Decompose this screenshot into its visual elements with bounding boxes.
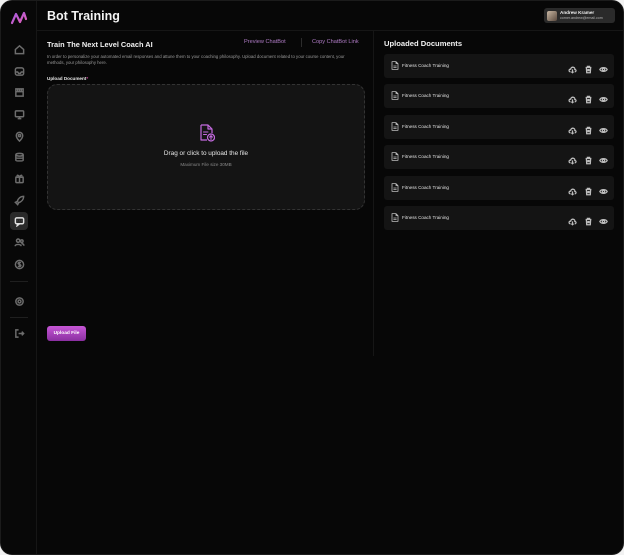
document-file-icon <box>391 213 399 222</box>
rocket-icon[interactable] <box>10 191 28 209</box>
document-name: Fitness Coach Training <box>402 93 449 98</box>
eye-icon[interactable] <box>599 61 608 73</box>
upload-label-text: Upload Document <box>47 76 87 81</box>
dollar-icon[interactable] <box>10 255 28 273</box>
trash-icon[interactable] <box>584 183 593 196</box>
uploaded-documents-title: Uploaded Documents <box>384 39 463 48</box>
uploaded-documents-panel: Uploaded Documents Fitness Coach Trainin… <box>374 31 623 356</box>
download-icon[interactable] <box>568 122 577 135</box>
top-header: Bot Training Andrew Kramer corner.andrew… <box>37 1 623 31</box>
download-icon[interactable] <box>568 91 577 104</box>
sidebar-divider <box>10 281 28 282</box>
document-row[interactable]: Fitness Coach Training <box>384 54 614 78</box>
document-file-icon <box>391 122 399 131</box>
gift-icon[interactable] <box>10 169 28 187</box>
document-name: Fitness Coach Training <box>402 185 449 190</box>
eye-icon[interactable] <box>599 91 608 103</box>
document-row[interactable]: Fitness Coach Training <box>384 206 614 230</box>
logout-icon[interactable] <box>10 324 28 342</box>
eye-icon[interactable] <box>599 152 608 164</box>
training-panel: Train The Next Level Coach AI Preview Ch… <box>37 31 374 356</box>
trash-icon[interactable] <box>584 61 593 74</box>
user-name: Andrew Kramer <box>560 9 595 15</box>
user-email: corner.andrew@email.com <box>560 15 603 20</box>
user-menu[interactable]: Andrew Kramer corner.andrew@email.com <box>544 8 615 23</box>
document-name: Fitness Coach Training <box>402 154 449 159</box>
logo-icon[interactable] <box>10 10 28 26</box>
trash-icon[interactable] <box>584 122 593 135</box>
download-icon[interactable] <box>568 152 577 165</box>
location-icon[interactable] <box>10 127 28 145</box>
download-icon[interactable] <box>568 61 577 74</box>
document-file-icon <box>391 183 399 192</box>
document-row[interactable]: Fitness Coach Training <box>384 84 614 108</box>
users-icon[interactable] <box>10 233 28 251</box>
upload-file-button[interactable]: Upload File <box>47 326 86 341</box>
document-name: Fitness Coach Training <box>402 63 449 68</box>
document-row[interactable]: Fitness Coach Training <box>384 115 614 139</box>
document-file-icon <box>391 91 399 100</box>
download-icon[interactable] <box>568 183 577 196</box>
eye-icon[interactable] <box>599 183 608 195</box>
document-file-icon <box>391 61 399 70</box>
avatar <box>547 10 557 21</box>
preview-chatbot-link[interactable]: Preview ChatBot <box>244 39 286 45</box>
inbox-icon[interactable] <box>10 62 28 80</box>
database-icon[interactable] <box>10 148 28 166</box>
sidebar <box>1 1 37 554</box>
document-row[interactable]: Fitness Coach Training <box>384 145 614 169</box>
page-title: Bot Training <box>47 9 120 23</box>
document-name: Fitness Coach Training <box>402 215 449 220</box>
trash-icon[interactable] <box>584 91 593 104</box>
app-window: Bot Training Andrew Kramer corner.andrew… <box>0 0 624 555</box>
home-icon[interactable] <box>10 40 28 58</box>
dropzone-size-limit: Maximum File size 30MB <box>180 162 232 167</box>
document-file-icon <box>391 152 399 161</box>
settings-icon[interactable] <box>10 292 28 310</box>
trash-icon[interactable] <box>584 152 593 165</box>
monitor-icon[interactable] <box>10 105 28 123</box>
eye-icon[interactable] <box>599 213 608 225</box>
training-title: Train The Next Level Coach AI <box>47 40 153 49</box>
sidebar-divider <box>10 317 28 318</box>
copy-chatbot-link[interactable]: Copy ChatBot Link <box>312 39 359 45</box>
chat-bot-icon[interactable] <box>10 212 28 230</box>
file-dropzone[interactable]: Drag or click to upload the file Maximum… <box>47 84 365 210</box>
file-upload-icon <box>200 124 215 142</box>
eye-icon[interactable] <box>599 122 608 134</box>
training-description: In order to personalize your automated e… <box>47 54 345 66</box>
download-icon[interactable] <box>568 213 577 226</box>
link-divider <box>301 38 302 47</box>
required-mark: * <box>86 76 89 81</box>
archive-icon[interactable] <box>10 83 28 101</box>
upload-document-label: Upload Document* <box>47 76 88 81</box>
document-name: Fitness Coach Training <box>402 124 449 129</box>
dropzone-text: Drag or click to upload the file <box>163 150 249 157</box>
user-info: Andrew Kramer corner.andrew@email.com <box>560 9 603 20</box>
document-row[interactable]: Fitness Coach Training <box>384 176 614 200</box>
trash-icon[interactable] <box>584 213 593 226</box>
